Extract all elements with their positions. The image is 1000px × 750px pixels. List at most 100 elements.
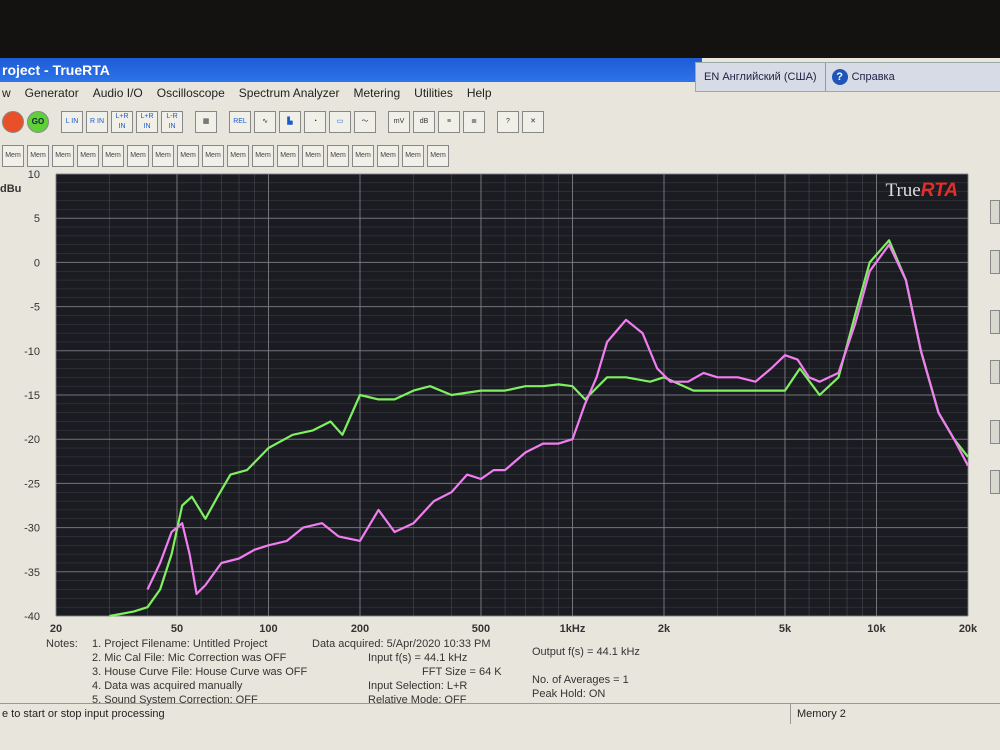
memory-button[interactable]: Mem xyxy=(302,145,324,167)
gf-icon: ≡ xyxy=(446,118,452,125)
y-tick-label: -20 xyxy=(24,434,40,446)
lr-input-button[interactable]: L+R IN xyxy=(111,111,133,133)
menu-spectrum-analyzer[interactable]: Spectrum Analyzer xyxy=(239,86,340,100)
note-item: 1. Project Filename: Untitled Project xyxy=(92,638,268,650)
spectrum-chart: 1050-5-10-15-20-25-30-35-40 20 50 100 200 50… xyxy=(0,169,978,635)
averages-count: No. of Averages = 1 xyxy=(532,674,629,686)
y-tick-label: -5 xyxy=(30,302,40,314)
status-hint: e to start or stop input processing xyxy=(2,708,165,720)
y-tick-label: 5 xyxy=(34,213,40,225)
side-control-button[interactable] xyxy=(990,470,1000,494)
right-input-button[interactable]: R IN xyxy=(86,111,108,133)
status-memory: Memory 2 xyxy=(790,704,1000,724)
x-tick-label: 10k xyxy=(867,623,886,635)
curve-icon: ∿ xyxy=(262,118,268,125)
context-help-icon: ✕ xyxy=(530,118,536,125)
memory-button[interactable]: Mem xyxy=(277,145,299,167)
memory-button[interactable]: Mem xyxy=(77,145,99,167)
left-input-button[interactable]: L IN xyxy=(61,111,83,133)
memory-button[interactable]: Mem xyxy=(2,145,24,167)
context-help-button[interactable]: ✕ xyxy=(522,111,544,133)
monitor-bezel xyxy=(0,0,1000,58)
menu-view[interactable]: w xyxy=(2,86,11,100)
memory-button[interactable]: Mem xyxy=(202,145,224,167)
side-control-button[interactable] xyxy=(990,200,1000,224)
mic-icon: ◔ xyxy=(312,118,318,125)
memory-button[interactable]: Mem xyxy=(377,145,399,167)
memory-button[interactable]: Mem xyxy=(152,145,174,167)
memory-button[interactable]: Mem xyxy=(52,145,74,167)
memory-toolbar: Mem Mem Mem Mem Mem Mem Mem Mem Mem Mem … xyxy=(0,143,449,169)
go-button[interactable]: GO xyxy=(27,111,49,133)
menu-help[interactable]: Help xyxy=(467,86,492,100)
language-bar[interactable]: EN Английский (США) ? Справка xyxy=(695,62,1000,92)
memory-button[interactable]: Mem xyxy=(27,145,49,167)
x-tick-label: 2k xyxy=(658,623,671,635)
output-sample-rate: Output f(s) = 44.1 kHz xyxy=(532,646,640,658)
gf-button-1[interactable]: ≡ xyxy=(438,111,460,133)
menu-generator[interactable]: Generator xyxy=(25,86,79,100)
input-selection: Input Selection: L+R xyxy=(368,680,468,692)
y-tick-label: 10 xyxy=(28,170,40,181)
gf-db-icon: ≣ xyxy=(471,118,477,125)
side-control-button[interactable] xyxy=(990,250,1000,274)
x-tick-label: 200 xyxy=(351,623,369,635)
y-tick-label: -15 xyxy=(24,390,40,402)
peak-hold: Peak Hold: ON xyxy=(532,688,606,700)
x-tick-label: 500 xyxy=(472,623,490,635)
average-button[interactable]: 〜 xyxy=(354,111,376,133)
y-tick-label: -10 xyxy=(24,346,40,358)
memory-button[interactable]: Mem xyxy=(177,145,199,167)
bar-display-button[interactable]: ▙ xyxy=(279,111,301,133)
notes-label: Notes: xyxy=(46,638,78,650)
memory-button[interactable]: Mem xyxy=(352,145,374,167)
x-tick-label: 20 xyxy=(50,623,62,635)
memory-button[interactable]: Mem xyxy=(327,145,349,167)
millivolt-button[interactable]: mV xyxy=(388,111,410,133)
help-icon: ? xyxy=(831,69,848,85)
fft-size: FFT Size = 64 K xyxy=(422,666,502,678)
stop-button[interactable] xyxy=(2,111,24,133)
x-tick-label: 20k xyxy=(959,623,978,635)
truerta-logo: TrueRTA xyxy=(886,180,959,201)
side-control-button[interactable] xyxy=(990,310,1000,334)
memory-button[interactable]: Mem xyxy=(402,145,424,167)
memory-button[interactable]: Mem xyxy=(127,145,149,167)
menu-oscilloscope[interactable]: Oscilloscope xyxy=(157,86,225,100)
help-toolbar-button[interactable]: ? xyxy=(497,111,519,133)
relative-button[interactable]: REL xyxy=(229,111,251,133)
memory-button[interactable]: Mem xyxy=(427,145,449,167)
menu-bar: w Generator Audio I/O Oscilloscope Spect… xyxy=(0,82,697,104)
menu-metering[interactable]: Metering xyxy=(353,86,400,100)
spl-button[interactable]: ▭ xyxy=(329,111,351,133)
y-tick-label: -40 xyxy=(24,611,40,623)
help-button[interactable]: ? Справка xyxy=(826,69,901,85)
x-tick-label: 50 xyxy=(171,623,183,635)
lr-sum-input-button[interactable]: L+R IN xyxy=(136,111,158,133)
status-bar: e to start or stop input processing Memo… xyxy=(0,703,1000,726)
language-indicator[interactable]: EN Английский (США) xyxy=(696,63,826,91)
x-tick-label: 1kHz xyxy=(560,623,586,635)
menu-utilities[interactable]: Utilities xyxy=(414,86,453,100)
note-item: 4. Data was acquired manually xyxy=(92,680,243,692)
memory-button[interactable]: Mem xyxy=(227,145,249,167)
menu-audio-io[interactable]: Audio I/O xyxy=(93,86,143,100)
y-tick-label: -35 xyxy=(24,567,40,579)
mic-button[interactable]: ◔ xyxy=(304,111,326,133)
side-control-button[interactable] xyxy=(990,360,1000,384)
memory-button[interactable]: Mem xyxy=(252,145,274,167)
wave-icon: 〜 xyxy=(361,118,369,125)
data-acquired: Data acquired: 5/Apr/2020 10:33 PM xyxy=(312,638,491,650)
y-axis-label: dBu xyxy=(0,183,21,195)
display-mode-button[interactable]: ∿ xyxy=(254,111,276,133)
grid-button[interactable]: ▦ xyxy=(195,111,217,133)
x-tick-label: 5k xyxy=(779,623,792,635)
decibel-button[interactable]: dB xyxy=(413,111,435,133)
memory-button[interactable]: Mem xyxy=(102,145,124,167)
y-tick-label: 0 xyxy=(34,257,40,269)
y-tick-labels: 10 5 0 -5 -10 -15 -20 -25 -30 -35 -40 xyxy=(24,169,40,623)
y-tick-label: -30 xyxy=(24,523,40,535)
side-control-button[interactable] xyxy=(990,420,1000,444)
gf-button-2[interactable]: ≣ xyxy=(463,111,485,133)
lr-diff-input-button[interactable]: L-R IN xyxy=(161,111,183,133)
